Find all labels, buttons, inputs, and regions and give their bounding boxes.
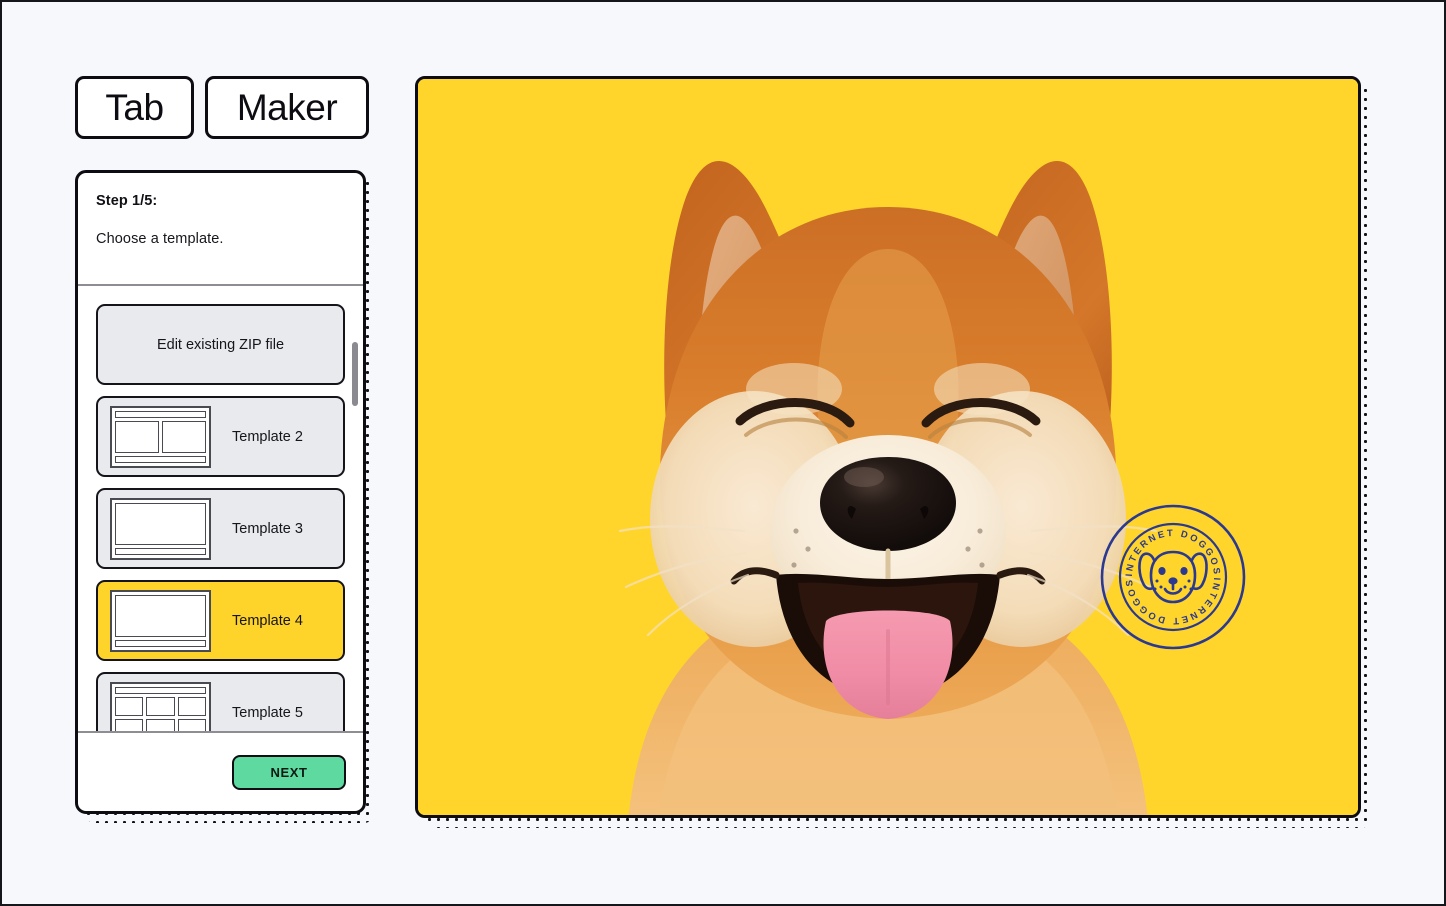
left-column: Tab Maker Step 1/5: Choose a template. E… [75,76,375,823]
thumb-header-bar [115,410,206,418]
template-thumbnail [110,405,211,468]
step-label: Step 1/5: [96,193,158,209]
template-option-label: Template 4 [232,612,303,629]
wizard-header: Step 1/5: Choose a template. [78,173,363,284]
thumb-cell [146,696,175,716]
thumb-cell [146,719,175,731]
thumb-body [115,594,206,637]
thumb-cell [162,420,206,453]
template-list-viewport: Edit existing ZIP file Template 2 Template… [78,286,363,731]
thumb-grid [115,696,206,731]
thumb-footer-bar [115,455,206,463]
template-option-label: Template 3 [232,520,303,537]
next-button-label: NEXT [270,764,308,780]
dog-face-icon [1138,550,1208,604]
preview-panel[interactable]: INTERNET DOGGOS INTERNET DOGGOS [415,76,1361,818]
wizard-panel: Step 1/5: Choose a template. Edit existi… [75,170,366,814]
thumb-cell [115,719,144,731]
wizard-panel-wrapper: Step 1/5: Choose a template. Edit existi… [75,170,375,823]
thumb-footer-bar [115,547,206,555]
step-instruction: Choose a template. [96,231,224,247]
thumb-cell [115,696,144,716]
template-option-5[interactable]: Template 5 [96,672,345,731]
thumb-header-bar [115,686,206,694]
thumb-cell [115,502,206,545]
thumb-body [115,420,206,453]
template-list-scrollbar[interactable] [352,342,358,672]
template-option-2[interactable]: Template 2 [96,396,345,477]
template-thumbnail [110,497,211,560]
logo-box-maker: Maker [205,76,369,139]
template-option-4[interactable]: Template 4 [96,580,345,661]
thumb-cell [115,420,159,453]
app-logo: Tab Maker [75,76,375,139]
next-button[interactable]: NEXT [232,754,346,790]
template-thumbnail [110,681,211,731]
logo-text-maker: Maker [236,87,338,128]
shiba-inu-dog-image [618,160,1158,815]
preview-canvas: INTERNET DOGGOS INTERNET DOGGOS [418,79,1358,815]
preview-wrapper: INTERNET DOGGOS INTERNET DOGGOS [415,76,1371,828]
internet-doggos-badge: INTERNET DOGGOS INTERNET DOGGOS [1100,504,1246,650]
template-option-label: Edit existing ZIP file [156,336,285,353]
thumb-footer-bar [115,639,206,647]
thumb-cell [177,719,206,731]
wizard-footer: NEXT [78,733,363,811]
thumb-cell [177,696,206,716]
scrollbar-thumb[interactable] [352,342,358,406]
template-option-3[interactable]: Template 3 [96,488,345,569]
thumb-body [115,502,206,545]
template-option-label: Template 2 [232,428,303,445]
template-option-1[interactable]: Edit existing ZIP file [96,304,345,385]
thumb-cell [115,594,206,637]
template-list[interactable]: Edit existing ZIP file Template 2 Template… [78,286,363,731]
template-option-label: Template 5 [232,704,303,721]
template-thumbnail [110,589,211,652]
logo-text-tab: Tab [105,87,164,128]
logo-box-tab: Tab [75,76,194,139]
